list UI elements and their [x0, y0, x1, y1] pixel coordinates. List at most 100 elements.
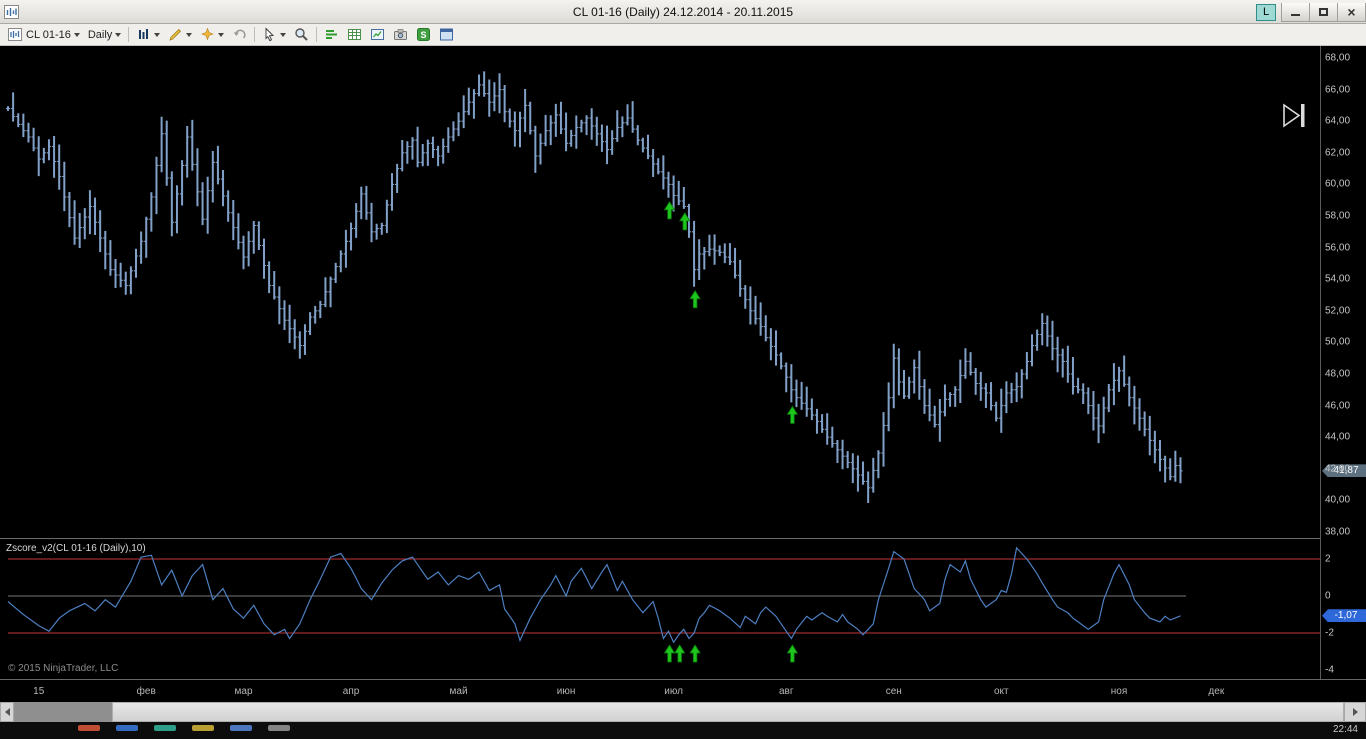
data-grid-button[interactable]	[343, 25, 366, 45]
taskbar-clock: 22:44	[1332, 724, 1358, 735]
data-grid-icon	[347, 27, 362, 42]
taskbar-app-icon[interactable]	[154, 725, 176, 731]
undo-button[interactable]	[228, 25, 251, 45]
chevron-down-icon	[186, 33, 193, 37]
time-tick-дек: дек	[1208, 686, 1225, 697]
chart-window-button[interactable]	[366, 25, 389, 45]
price-tick: 42,00	[1325, 463, 1351, 475]
titlebar[interactable]: CL 01-16 (Daily) 24.12.2014 - 20.11.2015…	[0, 0, 1366, 24]
time-tick-июн: июн	[556, 686, 576, 697]
time-tick-окт: окт	[993, 686, 1009, 697]
price-tick: 44,00	[1325, 431, 1351, 443]
taskbar-app-icon[interactable]	[192, 725, 214, 731]
scroll-right-button[interactable]	[1344, 702, 1366, 722]
price-tick: 50,00	[1325, 336, 1351, 348]
close-icon: ×	[1347, 3, 1356, 20]
magnifier-icon	[294, 27, 309, 42]
strategy-icon: S	[416, 27, 431, 42]
scrollbar-thumb[interactable]	[112, 702, 1344, 722]
copyright-text: © 2015 NinjaTrader, LLC	[8, 663, 119, 674]
maximize-button[interactable]	[1309, 2, 1338, 22]
data-series-icon	[324, 27, 339, 42]
price-tick: 66,00	[1325, 84, 1351, 96]
toolbar-separator	[316, 27, 318, 42]
scroll-left-button[interactable]	[0, 702, 14, 722]
price-tick: 62,00	[1325, 147, 1351, 159]
time-tick-авг: авг	[778, 686, 794, 697]
chart-window-icon	[370, 27, 385, 42]
time-tick-ноя: ноя	[1110, 686, 1128, 697]
indicator-panel[interactable]	[0, 539, 1320, 679]
data-series-button[interactable]	[320, 25, 343, 45]
window-controls: L ×	[1256, 0, 1366, 24]
cursor-tool-button[interactable]	[258, 25, 290, 45]
indicator-tick: 0	[1325, 590, 1331, 602]
chart-window: CL 01-16 (Daily) 24.12.2014 - 20.11.2015…	[0, 0, 1366, 739]
chart-style-button[interactable]	[132, 25, 164, 45]
indicator-tick: 2	[1325, 553, 1331, 565]
star-icon	[200, 27, 215, 42]
taskbar-app-icon[interactable]	[78, 725, 100, 731]
time-tick-май: май	[449, 686, 468, 697]
price-tick: 68,00	[1325, 52, 1351, 64]
properties-button[interactable]	[435, 25, 458, 45]
indicator-tick: -4	[1325, 664, 1334, 676]
time-axis[interactable]: 15 фев мар апр май июн июл авг сен окт ноя дек	[0, 679, 1366, 702]
properties-icon	[439, 27, 454, 42]
svg-text:S: S	[421, 30, 427, 40]
price-tick: 60,00	[1325, 178, 1351, 190]
camera-icon	[393, 27, 408, 42]
period-label: Daily	[87, 28, 113, 41]
indicator-label: Zscore_v2(CL 01-16 (Daily),10)	[6, 543, 146, 554]
drawing-tools-button[interactable]	[164, 25, 196, 45]
time-tick-апр: апр	[342, 686, 360, 697]
price-tick: 46,00	[1325, 400, 1351, 412]
os-taskbar[interactable]: 22:44	[0, 722, 1366, 739]
undo-icon	[232, 27, 247, 42]
minimize-button[interactable]	[1281, 2, 1310, 22]
instrument-selector[interactable]: CL 01-16	[4, 25, 84, 45]
indicator-value-badge: -1,07	[1322, 609, 1366, 623]
taskbar-app-icon[interactable]	[268, 725, 290, 731]
chevron-down-icon	[115, 33, 122, 37]
time-tick-мар: мар	[234, 686, 253, 697]
close-button[interactable]: ×	[1337, 2, 1366, 22]
taskbar-app-icon[interactable]	[230, 725, 252, 731]
arrow-left-icon	[4, 708, 10, 716]
price-tick: 40,00	[1325, 494, 1351, 506]
instrument-label: CL 01-16	[26, 28, 71, 41]
toolbar-separator	[254, 27, 256, 42]
price-tick: 56,00	[1325, 242, 1351, 254]
snapshot-button[interactable]	[389, 25, 412, 45]
zoom-button[interactable]	[290, 25, 313, 45]
horizontal-scrollbar[interactable]	[0, 702, 1366, 722]
chart-area: Zscore_v2(CL 01-16 (Daily),10) © 2015 Ni…	[0, 46, 1366, 702]
chevron-down-icon	[280, 33, 287, 37]
instrument-chart-icon	[8, 27, 23, 42]
chevron-down-icon	[218, 33, 225, 37]
minimize-icon	[1291, 14, 1300, 16]
pencil-icon	[168, 27, 183, 42]
chevron-down-icon	[154, 33, 161, 37]
cursor-icon	[262, 27, 277, 42]
strategy-button[interactable]: S	[412, 25, 435, 45]
indicator-tick: -2	[1325, 627, 1334, 639]
period-selector[interactable]: Daily	[84, 25, 125, 45]
price-panel[interactable]	[0, 46, 1320, 538]
time-tick-15: 15	[33, 686, 45, 697]
price-tick: 52,00	[1325, 305, 1351, 317]
price-tick: 38,00	[1325, 526, 1351, 538]
price-tick: 54,00	[1325, 273, 1351, 285]
taskbar-app-icon[interactable]	[116, 725, 138, 731]
toolbar-separator	[128, 27, 130, 42]
draw-favorites-button[interactable]	[196, 25, 228, 45]
price-tick: 58,00	[1325, 210, 1351, 222]
toolbar: CL 01-16 Daily S	[0, 24, 1366, 46]
price-axis[interactable]: 41,87 -1,07 68,00 66,00 64,00 62,00 60,00 58,…	[1320, 46, 1366, 679]
time-tick-июл: июл	[664, 686, 683, 697]
link-button[interactable]: L	[1256, 3, 1276, 21]
arrow-right-icon	[1352, 708, 1358, 716]
price-tick: 64,00	[1325, 115, 1351, 127]
chevron-down-icon	[73, 33, 80, 37]
price-tick: 48,00	[1325, 368, 1351, 380]
